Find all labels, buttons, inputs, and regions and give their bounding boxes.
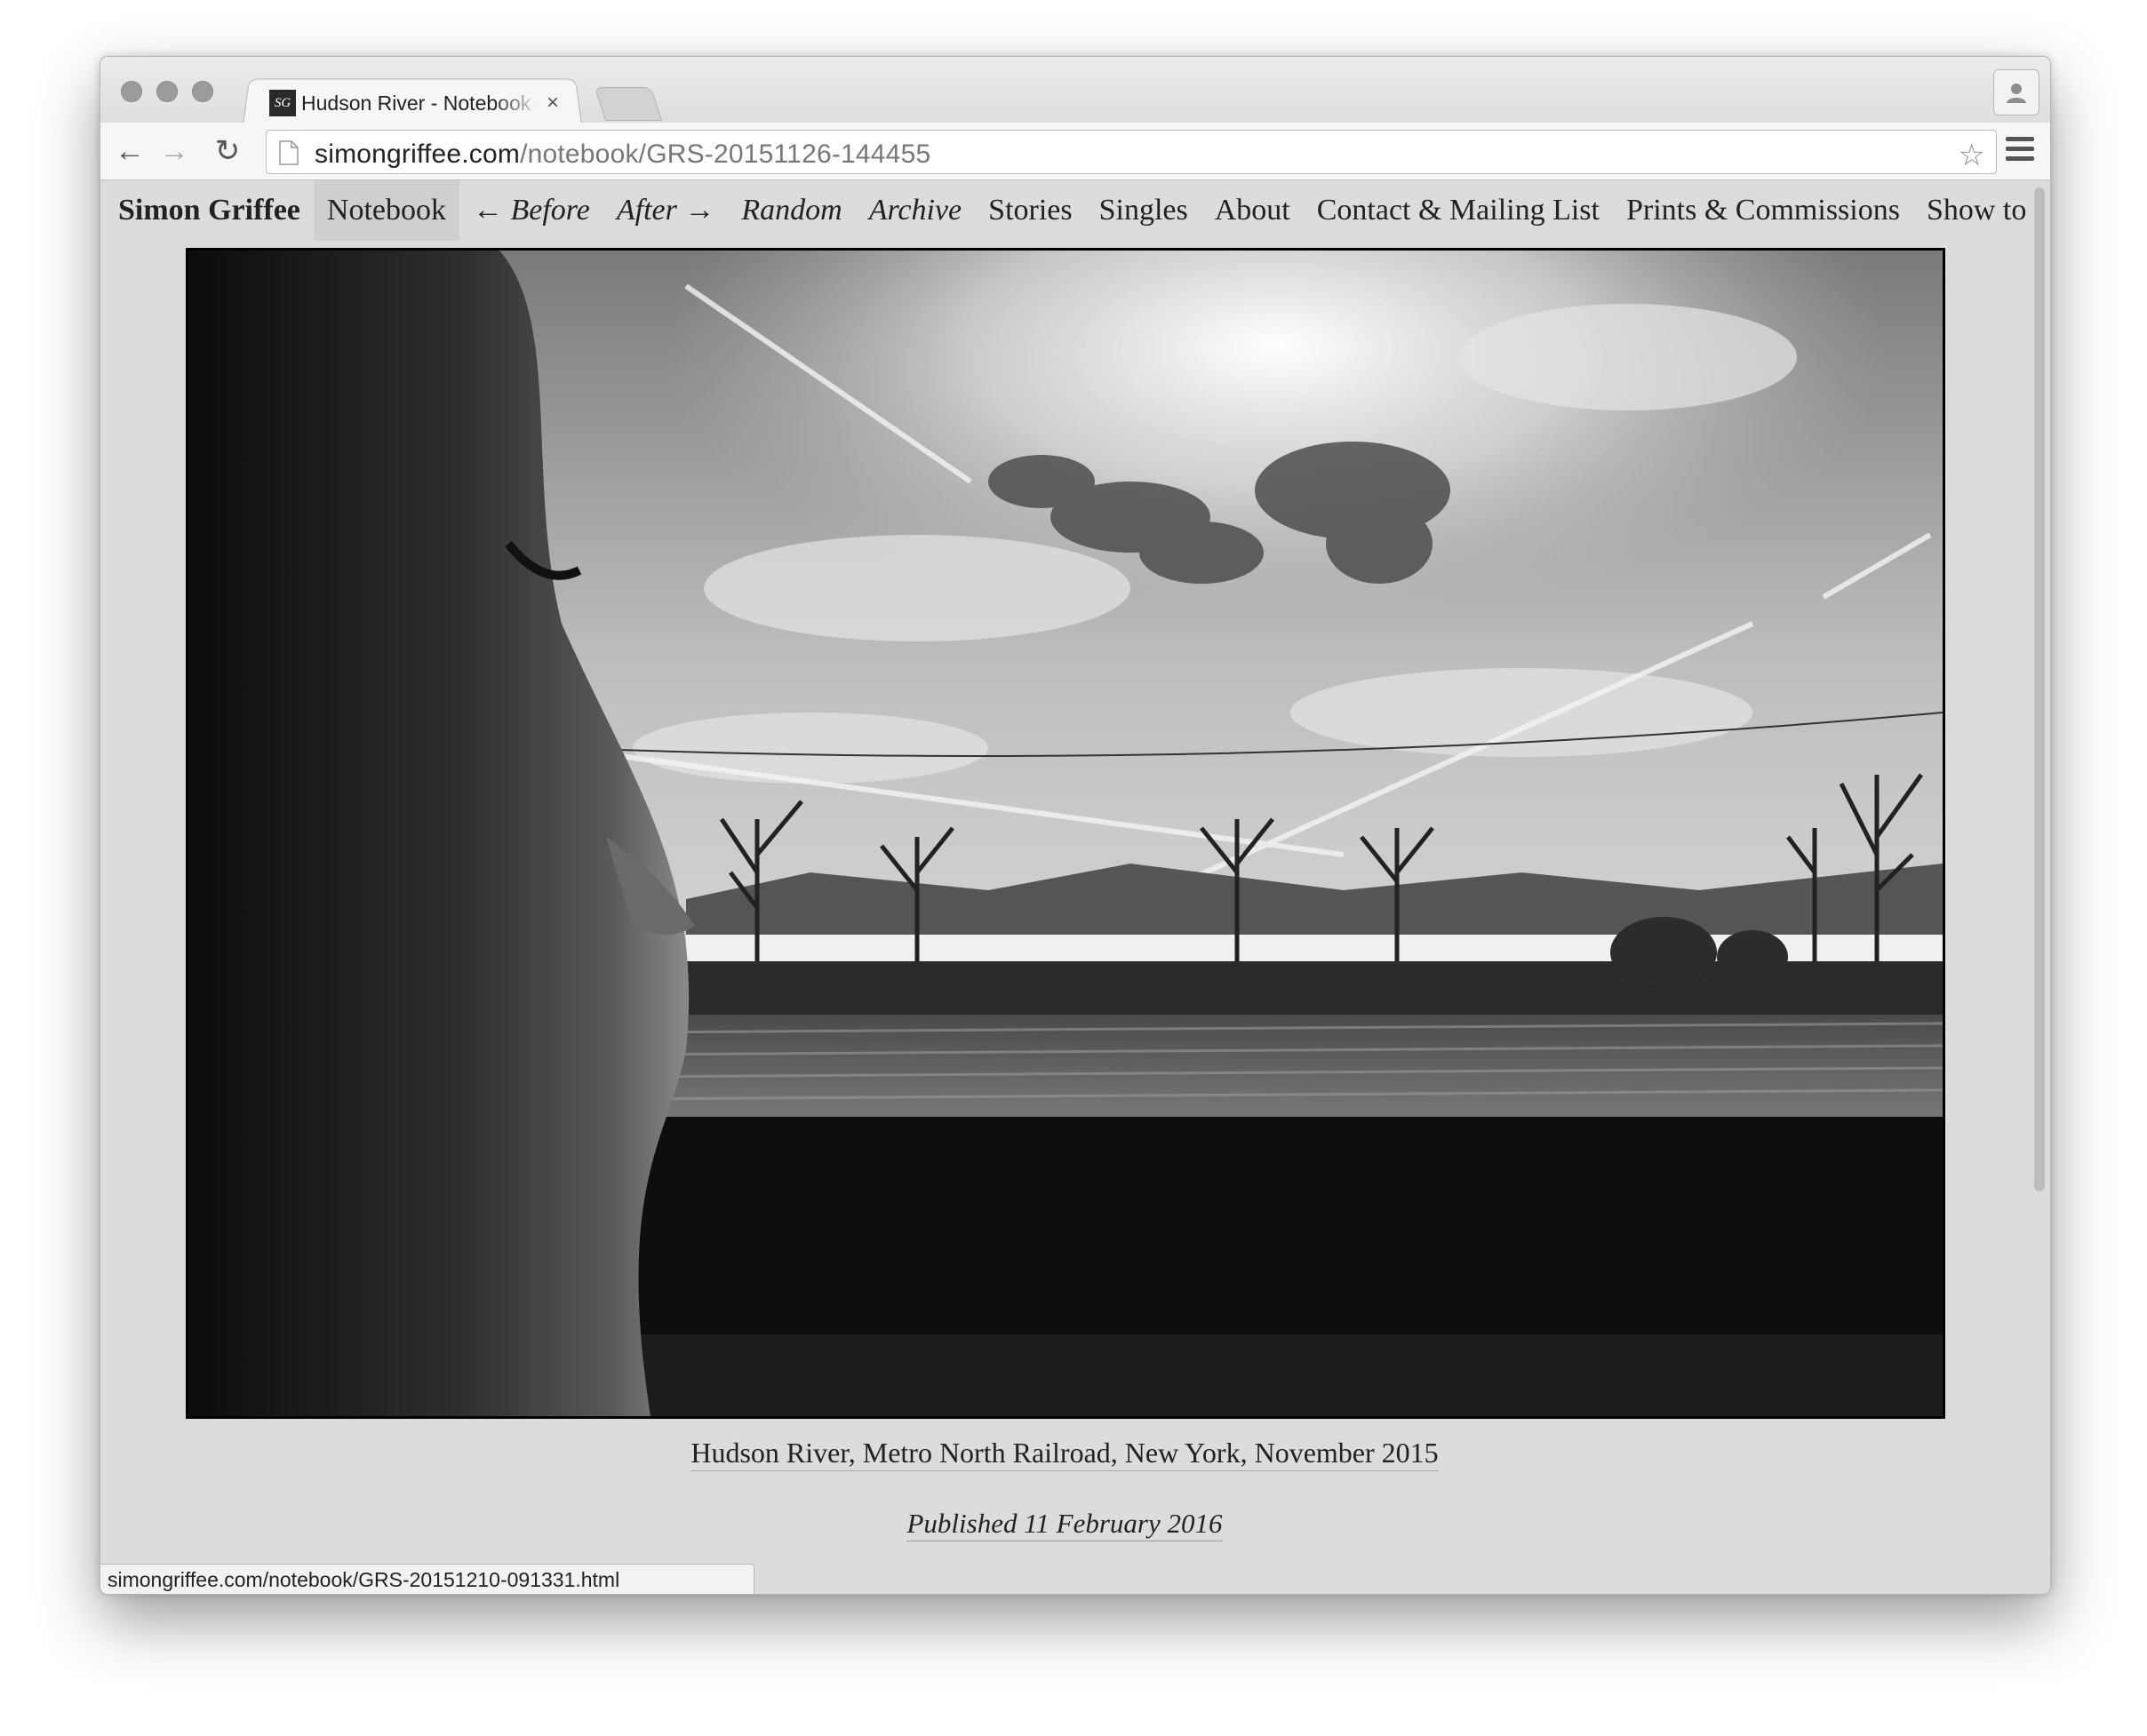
site-brand-link[interactable]: Simon Griffee [100, 180, 314, 241]
page-viewport: Simon Griffee Notebook ← Before After → … [100, 180, 2050, 1594]
page-icon [279, 140, 299, 165]
post-photo[interactable] [186, 248, 1945, 1419]
photo-image [188, 251, 1943, 1416]
tab-content[interactable]: SG Hudson River - Notebook - Simon Griff… [257, 84, 559, 123]
published-date: Published 11 February 2016 [100, 1508, 2029, 1541]
site-nav: Simon Griffee Notebook ← Before After → … [100, 180, 2050, 241]
favicon-icon: SG [269, 90, 296, 116]
status-bubble: simongriffee.com/notebook/GRS-20151210-0… [100, 1564, 754, 1594]
reload-button[interactable]: ↻ [209, 133, 246, 169]
nav-notebook[interactable]: Notebook [313, 180, 459, 241]
title-bar: SG Hudson River - Notebook - Simon Griff… [100, 57, 2050, 125]
close-window-button[interactable] [121, 81, 142, 102]
caption-text[interactable]: Hudson River, Metro North Railroad, New … [690, 1437, 1439, 1471]
nav-contact[interactable]: Contact & Mailing List [1304, 180, 1613, 241]
zoom-window-button[interactable] [192, 81, 213, 102]
minimize-window-button[interactable] [156, 81, 178, 102]
nav-stories[interactable]: Stories [975, 180, 1085, 241]
nav-before[interactable]: ← Before [459, 180, 603, 241]
tab-title: Hudson River - Notebook - Simon Griffee [301, 91, 541, 115]
forward-button[interactable]: → [156, 133, 193, 169]
url-path: /notebook/GRS-20151126-144455 [520, 139, 931, 169]
bookmark-star-icon[interactable]: ☆ [1959, 138, 1985, 173]
address-bar[interactable]: simongriffee.com/notebook/GRS-20151126-1… [266, 130, 1997, 174]
url-text[interactable]: simongriffee.com/notebook/GRS-20151126-1… [315, 139, 930, 170]
browser-window: SG Hudson River - Notebook - Simon Griff… [100, 56, 2051, 1595]
menu-icon[interactable] [2006, 137, 2034, 163]
user-icon [2007, 84, 2026, 103]
new-tab-button[interactable] [594, 87, 663, 121]
photo-caption: Hudson River, Metro North Railroad, New … [100, 1437, 2029, 1471]
nav-prints[interactable]: Prints & Commissions [1613, 180, 1913, 241]
scrollbar-thumb[interactable] [2034, 187, 2045, 1191]
scrollbar[interactable] [2029, 180, 2050, 1594]
nav-after[interactable]: After → [603, 180, 728, 241]
nav-archive[interactable]: Archive [856, 180, 975, 241]
nav-singles[interactable]: Singles [1086, 180, 1201, 241]
browser-toolbar: ← → ↻ simongriffee.com/notebook/GRS-2015… [100, 123, 2050, 180]
tab-close-icon[interactable]: × [547, 91, 559, 115]
url-host: simongriffee.com [315, 139, 521, 169]
nav-random[interactable]: Random [728, 180, 855, 241]
back-button[interactable]: ← [111, 133, 148, 169]
profile-button[interactable] [1993, 69, 2039, 115]
nav-about[interactable]: About [1201, 180, 1304, 241]
published-link[interactable]: Published 11 February 2016 [906, 1508, 1223, 1541]
